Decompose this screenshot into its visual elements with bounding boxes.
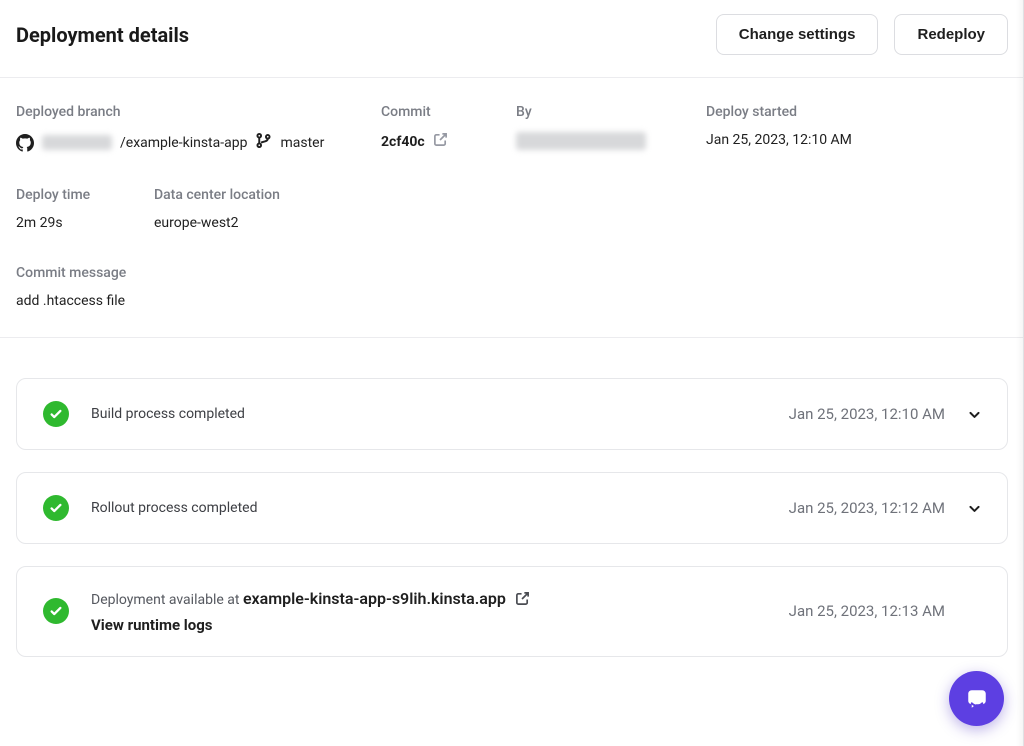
deploy-time-cell: Deploy time 2m 29s xyxy=(16,187,154,231)
commit-message-label: Commit message xyxy=(16,265,1008,281)
meta-grid-row2: Deploy time 2m 29s Data center location … xyxy=(16,187,1008,231)
deployed-branch-label: Deployed branch xyxy=(16,104,381,120)
git-branch-icon xyxy=(255,132,272,153)
deployment-steps: Build process completed Jan 25, 2023, 12… xyxy=(16,338,1008,657)
data-center-value: europe-west2 xyxy=(154,215,1008,231)
deployed-branch-cell: Deployed branch /example-kinsta-app mast… xyxy=(16,104,381,153)
step-time: Jan 25, 2023, 12:13 AM xyxy=(789,602,945,620)
commit-label: Commit xyxy=(381,104,516,120)
repo-path: /example-kinsta-app xyxy=(120,135,247,151)
chat-icon xyxy=(963,685,991,713)
meta-grid-row1: Deployed branch /example-kinsta-app mast… xyxy=(16,78,1008,153)
commit-value[interactable]: 2cf40c xyxy=(381,132,516,151)
chevron-down-icon[interactable] xyxy=(967,408,981,421)
header-actions: Change settings Redeploy xyxy=(716,14,1008,55)
change-settings-button[interactable]: Change settings xyxy=(716,14,879,55)
step-title: Build process completed xyxy=(91,406,245,422)
deployed-branch-value: /example-kinsta-app master xyxy=(16,132,381,153)
commit-hash: 2cf40c xyxy=(381,134,425,150)
check-icon xyxy=(43,401,69,427)
deploy-started-label: Deploy started xyxy=(706,104,1008,120)
by-label: By xyxy=(516,104,706,120)
step-available-body: Deployment available at example-kinsta-a… xyxy=(91,589,530,634)
right-edge-shadow xyxy=(1016,0,1024,746)
step-rollout[interactable]: Rollout process completed Jan 25, 2023, … xyxy=(16,472,1008,544)
page-header: Deployment details Change settings Redep… xyxy=(16,14,1008,77)
available-url[interactable]: example-kinsta-app-s9lih.kinsta.app xyxy=(243,589,506,608)
deploy-started-cell: Deploy started Jan 25, 2023, 12:10 AM xyxy=(706,104,1008,153)
step-available: Deployment available at example-kinsta-a… xyxy=(16,566,1008,657)
by-cell: By xyxy=(516,104,706,153)
step-build[interactable]: Build process completed Jan 25, 2023, 12… xyxy=(16,378,1008,450)
deploy-time-value: 2m 29s xyxy=(16,215,154,231)
data-center-label: Data center location xyxy=(154,187,1008,203)
external-link-icon xyxy=(433,132,448,151)
repo-owner-redacted xyxy=(42,135,112,150)
view-runtime-logs-link[interactable]: View runtime logs xyxy=(91,616,530,634)
branch-name: master xyxy=(280,135,324,151)
step-time: Jan 25, 2023, 12:10 AM xyxy=(789,405,945,423)
page-title: Deployment details xyxy=(16,23,189,47)
external-link-icon[interactable] xyxy=(515,591,530,610)
chevron-down-icon[interactable] xyxy=(967,502,981,515)
available-prefix: Deployment available at xyxy=(91,592,243,608)
data-center-cell: Data center location europe-west2 xyxy=(154,187,1008,231)
commit-message-cell: Commit message add .htaccess file xyxy=(16,265,1008,337)
check-icon xyxy=(43,598,69,624)
chat-fab[interactable] xyxy=(949,671,1004,726)
step-title: Rollout process completed xyxy=(91,500,257,516)
by-user-redacted xyxy=(516,132,646,150)
github-icon xyxy=(16,134,34,152)
commit-message-value: add .htaccess file xyxy=(16,293,1008,309)
by-value xyxy=(516,132,706,150)
redeploy-button[interactable]: Redeploy xyxy=(894,14,1008,55)
deploy-started-value: Jan 25, 2023, 12:10 AM xyxy=(706,132,1008,148)
commit-cell: Commit 2cf40c xyxy=(381,104,516,153)
step-time: Jan 25, 2023, 12:12 AM xyxy=(789,499,945,517)
deploy-time-label: Deploy time xyxy=(16,187,154,203)
check-icon xyxy=(43,495,69,521)
